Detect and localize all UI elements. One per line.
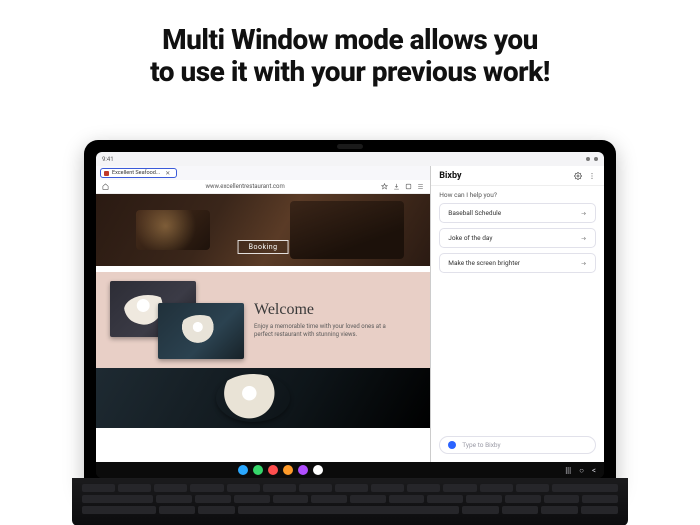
- plate-image: [216, 374, 290, 422]
- photo-stack: [110, 281, 240, 359]
- welcome-title: Welcome: [254, 301, 416, 319]
- multi-window-split: Excellent Seafood... ✕ www.excellentrest…: [96, 166, 604, 462]
- arrow-right-icon: [580, 235, 587, 242]
- bixby-title: Bixby: [439, 171, 461, 181]
- arrow-right-icon: [580, 210, 587, 217]
- mic-icon[interactable]: [448, 441, 456, 449]
- battery-icon: [594, 157, 598, 161]
- welcome-section: Welcome Enjoy a memorable time with your…: [96, 272, 430, 368]
- headline-line2: to use it with your previous work!: [0, 56, 700, 88]
- tab-bar: Excellent Seafood... ✕: [96, 166, 430, 180]
- tablet-device: 9:41 Excellent Seafood... ✕: [84, 140, 616, 488]
- keyboard-case: [72, 478, 628, 525]
- nav-buttons: ||| ○ <: [565, 466, 596, 475]
- home-icon[interactable]: [102, 183, 109, 190]
- home-nav-icon[interactable]: ○: [579, 466, 584, 475]
- browser-window[interactable]: Excellent Seafood... ✕ www.excellentrest…: [96, 166, 431, 462]
- status-bar: 9:41: [96, 152, 604, 166]
- bixby-panel[interactable]: Bixby How can I help you? Baseball Sched…: [431, 166, 604, 462]
- favicon-icon: [104, 171, 109, 176]
- lower-image-band: [96, 368, 430, 428]
- tablet-screen: 9:41 Excellent Seafood... ✕: [96, 152, 604, 478]
- bixby-help-prompt: How can I help you?: [431, 186, 604, 201]
- toolbar-icons: [381, 183, 424, 190]
- tab-label: Excellent Seafood...: [112, 170, 160, 176]
- card-label: Baseball Schedule: [448, 209, 501, 217]
- camera-notch: [337, 144, 363, 149]
- app-dock: [238, 465, 323, 475]
- menu-icon[interactable]: [417, 183, 424, 190]
- tabs-icon[interactable]: [405, 183, 412, 190]
- dock-app-icon[interactable]: [253, 465, 263, 475]
- bookmark-icon[interactable]: [381, 183, 388, 190]
- settings-icon[interactable]: [574, 172, 582, 180]
- nav-icons: [102, 183, 109, 190]
- booking-button[interactable]: Booking: [238, 240, 289, 254]
- bixby-header: Bixby: [431, 166, 604, 186]
- browser-tab[interactable]: Excellent Seafood... ✕: [100, 168, 177, 178]
- close-tab-icon[interactable]: ✕: [165, 170, 170, 177]
- address-bar: www.excellentrestaurant.com: [96, 180, 430, 194]
- welcome-text: Welcome Enjoy a memorable time with your…: [254, 301, 416, 340]
- arrow-right-icon: [580, 260, 587, 267]
- status-indicators: [586, 157, 598, 161]
- dock-app-icon[interactable]: [313, 465, 323, 475]
- headline: Multi Window mode allows you to use it w…: [0, 24, 700, 88]
- suggestion-card[interactable]: Make the screen brighter: [439, 253, 596, 273]
- dish-photo-2: [158, 303, 244, 359]
- suggestion-cards: Baseball Schedule Joke of the day Make t…: [431, 201, 604, 275]
- dock-app-icon[interactable]: [268, 465, 278, 475]
- card-label: Make the screen brighter: [448, 259, 520, 267]
- dock-app-icon[interactable]: [238, 465, 248, 475]
- dock-app-icon[interactable]: [283, 465, 293, 475]
- hero-image: Booking: [96, 194, 430, 266]
- promo-slide: Multi Window mode allows you to use it w…: [0, 0, 700, 525]
- dock-app-icon[interactable]: [298, 465, 308, 475]
- bixby-placeholder: Type to Bixby: [462, 441, 500, 449]
- recents-icon[interactable]: |||: [565, 466, 571, 475]
- back-nav-icon[interactable]: <: [592, 466, 596, 475]
- wifi-icon: [586, 157, 590, 161]
- bixby-input[interactable]: Type to Bixby: [439, 436, 596, 454]
- page-content: Booking Welcome Enjoy a memorable time w…: [96, 194, 430, 462]
- card-label: Joke of the day: [448, 234, 492, 242]
- suggestion-card[interactable]: Baseball Schedule: [439, 203, 596, 223]
- status-time: 9:41: [102, 156, 114, 163]
- suggestion-card[interactable]: Joke of the day: [439, 228, 596, 248]
- url-text[interactable]: www.excellentrestaurant.com: [115, 183, 375, 190]
- download-icon[interactable]: [393, 183, 400, 190]
- more-icon[interactable]: [588, 172, 596, 180]
- headline-line1: Multi Window mode allows you: [162, 23, 538, 56]
- system-navbar: ||| ○ <: [96, 462, 604, 478]
- welcome-body: Enjoy a memorable time with your loved o…: [254, 323, 404, 340]
